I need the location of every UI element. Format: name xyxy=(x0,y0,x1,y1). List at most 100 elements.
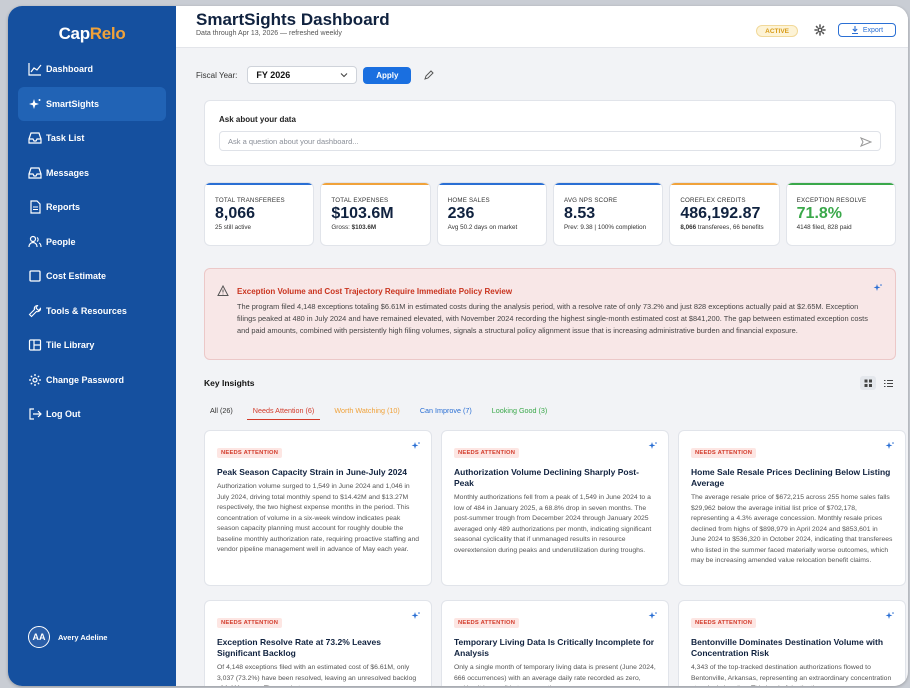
wrench-icon xyxy=(28,304,42,317)
sidebar-item-tile-library[interactable]: Tile Library xyxy=(18,328,166,362)
insight-card[interactable]: NEEDS ATTENTION Exception Resolve Rate a… xyxy=(204,600,432,686)
sidebar-item-messages[interactable]: Messages xyxy=(18,156,166,190)
insight-title: Bentonville Dominates Destination Volume… xyxy=(691,637,884,658)
tab-looking-good[interactable]: Looking Good (3) xyxy=(486,402,554,420)
kpi-value: 8,066 xyxy=(215,205,256,222)
kpi-card-coreflex-credits[interactable]: COREFLEX CREDITS 486,192.87 8,066 transf… xyxy=(669,182,780,246)
sidebar-item-label: Task List xyxy=(46,133,85,143)
status-badge: ACTIVE xyxy=(756,25,798,37)
chevron-down-icon xyxy=(340,73,348,78)
sparkle-icon[interactable] xyxy=(648,611,658,621)
kpi-card-exception-resolve[interactable]: EXCEPTION RESOLVE 71.8% 4148 filed, 828 … xyxy=(785,182,896,246)
status-tag: NEEDS ATTENTION xyxy=(454,448,520,458)
sidebar-item-tools-resources[interactable]: Tools & Resources xyxy=(18,294,166,328)
tab-needs-attention[interactable]: Needs Attention (6) xyxy=(246,402,321,420)
kpi-sub: 25 still active xyxy=(215,224,252,231)
sparkle-icon[interactable] xyxy=(873,283,883,293)
insight-title: Authorization Volume Declining Sharply P… xyxy=(454,467,639,488)
brand-logo[interactable]: CapRelo xyxy=(8,24,176,44)
insight-card[interactable]: NEEDS ATTENTION Home Sale Resale Prices … xyxy=(678,430,906,586)
kpi-accent-bar xyxy=(786,183,895,185)
status-tag: NEEDS ATTENTION xyxy=(454,618,520,628)
grid-view-button[interactable] xyxy=(860,376,876,390)
pencil-icon[interactable] xyxy=(423,69,435,81)
sparkle-icon[interactable] xyxy=(411,611,421,621)
kpi-label: HOME SALES xyxy=(447,197,490,204)
avatar: AA xyxy=(28,626,50,648)
insight-card[interactable]: NEEDS ATTENTION Authorization Volume Dec… xyxy=(441,430,669,586)
warning-icon xyxy=(217,285,229,296)
kpi-label: AVG NPS SCORE xyxy=(563,197,618,204)
status-tag: NEEDS ATTENTION xyxy=(217,618,283,628)
sidebar-item-label: Dashboard xyxy=(46,64,94,74)
kpi-card-total-transferees[interactable]: TOTAL TRANSFEREES 8,066 25 still active xyxy=(204,182,315,246)
sidebar-item-dashboard[interactable]: Dashboard xyxy=(18,52,166,86)
insight-title: Exception Resolve Rate at 73.2% Leaves S… xyxy=(217,637,381,658)
tab-all[interactable]: All (26) xyxy=(204,402,239,420)
status-tag: NEEDS ATTENTION xyxy=(691,448,757,458)
kpi-sub: Gross: $103.6M xyxy=(331,224,377,231)
sparkle-icon[interactable] xyxy=(411,441,421,451)
sparkle-icon[interactable] xyxy=(885,441,895,451)
sidebar-item-label: Cost Estimate xyxy=(46,271,107,281)
sidebar-item-smartsights[interactable]: SmartSights xyxy=(18,86,166,121)
sidebar-item-log-out[interactable]: Log Out xyxy=(18,397,166,431)
export-button[interactable]: Export xyxy=(838,23,896,37)
chart-line-icon xyxy=(28,63,42,76)
insight-card[interactable]: NEEDS ATTENTION Bentonville Dominates De… xyxy=(678,600,906,686)
sidebar-item-cost-estimate[interactable]: Cost Estimate xyxy=(18,259,166,293)
alert-title: Exception Volume and Cost Trajectory Req… xyxy=(237,287,513,296)
insight-tabs: All (26) Needs Attention (6) Worth Watch… xyxy=(204,402,896,420)
kpi-value: $103.6M xyxy=(331,205,394,222)
inbox-icon xyxy=(28,166,42,179)
send-icon[interactable] xyxy=(860,136,872,148)
list-icon xyxy=(883,379,893,387)
key-insights-title: Key Insights xyxy=(204,378,255,388)
main-content: SmartSights Dashboard Data through Apr 1… xyxy=(176,6,908,686)
logout-icon xyxy=(29,408,42,420)
ask-input[interactable]: Ask a question about your dashboard... xyxy=(219,131,881,151)
sidebar-item-task-list[interactable]: Task List xyxy=(18,121,166,155)
sidebar-item-label: Log Out xyxy=(46,409,81,419)
insight-card[interactable]: NEEDS ATTENTION Peak Season Capacity Str… xyxy=(204,430,432,586)
alert-body: The program filed 4,148 exceptions total… xyxy=(237,302,868,335)
insight-card[interactable]: NEEDS ATTENTION Temporary Living Data Is… xyxy=(441,600,669,686)
kpi-card-home-sales[interactable]: HOME SALES 236 Avg 50.2 days on market xyxy=(436,182,547,246)
sidebar-item-label: People xyxy=(46,236,76,247)
sparkle-icon[interactable] xyxy=(885,611,895,621)
tab-worth-watching[interactable]: Worth Watching (10) xyxy=(328,402,406,420)
kpi-label: TOTAL TRANSFEREES xyxy=(215,197,285,204)
user-profile[interactable]: AA Avery Adeline xyxy=(28,626,107,648)
sparkle-icon[interactable] xyxy=(648,441,658,451)
sidebar-item-label: Change Password xyxy=(46,374,125,385)
kpi-card-total-expenses[interactable]: TOTAL EXPENSES $103.6M Gross: $103.6M xyxy=(320,182,431,246)
insight-body: Authorization volume surged to 1,549 in … xyxy=(217,483,420,553)
sidebar-item-reports[interactable]: Reports xyxy=(18,190,166,224)
kpi-sub: Avg 50.2 days on market xyxy=(447,224,518,231)
kpi-value: 8.53 xyxy=(563,205,596,222)
insight-body: Only a single month of temporary living … xyxy=(454,664,656,686)
status-tag: NEEDS ATTENTION xyxy=(217,448,283,458)
kpi-label: EXCEPTION RESOLVE xyxy=(796,197,867,204)
kpi-label: COREFLEX CREDITS xyxy=(680,197,746,204)
sidebar-item-label: Messages xyxy=(46,167,90,178)
kpi-accent-bar xyxy=(321,183,430,185)
app-window: CapRelo Dashboard SmartSights Task List … xyxy=(8,6,908,686)
sidebar-item-people[interactable]: People xyxy=(18,225,166,259)
list-view-button[interactable] xyxy=(880,376,896,390)
fiscal-year-select[interactable]: FY 2026 xyxy=(247,66,358,84)
view-toggles xyxy=(860,376,896,390)
document-icon xyxy=(30,200,41,214)
ask-panel: Ask about your data Ask a question about… xyxy=(204,100,896,166)
tab-can-improve[interactable]: Can Improve (7) xyxy=(414,402,478,420)
sidebar-item-label: SmartSights xyxy=(46,98,100,109)
sidebar-item-change-password[interactable]: Change Password xyxy=(18,363,166,397)
kpi-card-avg-nps[interactable]: AVG NPS SCORE 8.53 Prev: 9.38 | 100% com… xyxy=(552,182,664,246)
gear-icon[interactable] xyxy=(814,24,826,36)
people-icon xyxy=(28,235,42,247)
apply-button[interactable]: Apply xyxy=(363,66,412,84)
insight-title: Peak Season Capacity Strain in June-July… xyxy=(217,467,407,477)
status-tag: NEEDS ATTENTION xyxy=(691,618,757,628)
sidebar-item-label: Tile Library xyxy=(46,340,95,350)
export-label: Export xyxy=(862,26,884,34)
